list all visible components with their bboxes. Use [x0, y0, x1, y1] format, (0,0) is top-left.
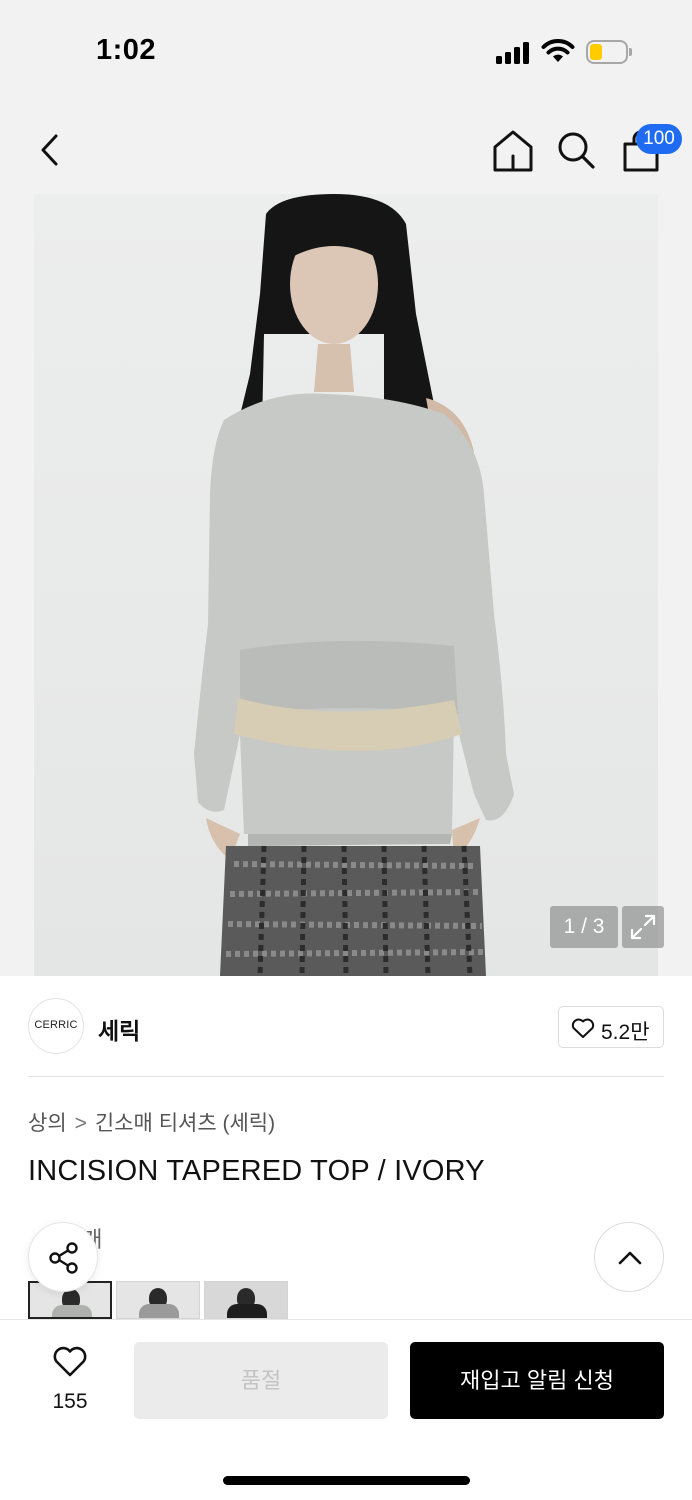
- breadcrumb-subcategory[interactable]: 긴소매 티셔츠 (세릭): [95, 1112, 275, 1135]
- brand-logo[interactable]: CERRIC: [28, 998, 84, 1054]
- brand-name[interactable]: 세릭: [98, 1012, 140, 1046]
- brand-like-button[interactable]: 5.2만: [558, 1006, 664, 1048]
- battery-icon: [586, 40, 632, 64]
- wifi-icon: [541, 39, 575, 62]
- scroll-to-top-button[interactable]: [594, 1222, 664, 1292]
- cellular-signal-icon: [496, 40, 532, 64]
- status-time: 1:02: [96, 34, 157, 66]
- product-like-button[interactable]: 155: [30, 1344, 110, 1424]
- brand-like-count: 5.2만: [601, 1021, 650, 1044]
- model-photo: [194, 194, 514, 976]
- breadcrumb-category[interactable]: 상의: [28, 1112, 67, 1135]
- home-indicator: [223, 1476, 470, 1485]
- color-thumbnail-3[interactable]: [204, 1281, 288, 1319]
- soldout-button[interactable]: 품절: [134, 1342, 388, 1419]
- share-button[interactable]: [28, 1222, 98, 1292]
- image-counter: 1 / 3: [550, 906, 618, 948]
- breadcrumb: 상의 > 긴소매 티셔츠 (세릭): [28, 1107, 275, 1137]
- restock-alert-button[interactable]: 재입고 알림 신청: [410, 1342, 664, 1419]
- search-icon[interactable]: [555, 128, 597, 174]
- back-arrow-icon[interactable]: [30, 128, 70, 172]
- product-like-count: 155: [52, 1390, 88, 1413]
- share-icon: [49, 1242, 78, 1274]
- top-navigation: [0, 110, 692, 190]
- home-icon[interactable]: [490, 128, 536, 174]
- breadcrumb-separator: >: [74, 1112, 87, 1135]
- color-thumbnail-2[interactable]: [116, 1281, 200, 1319]
- heart-icon: [571, 1018, 595, 1038]
- brand-row[interactable]: CERRIC 세릭 5.2만: [0, 976, 692, 1076]
- product-image[interactable]: [34, 194, 658, 976]
- cart-count-badge: 100: [636, 124, 682, 154]
- divider: [28, 1076, 664, 1077]
- chevron-up-icon: [618, 1251, 642, 1265]
- status-bar: 1:02: [0, 0, 692, 100]
- product-title: INCISION TAPERED TOP / IVORY: [28, 1155, 485, 1187]
- heart-icon: [53, 1346, 87, 1377]
- expand-icon[interactable]: [622, 906, 664, 948]
- bottom-action-bar: 155 품절 재입고 알림 신청: [0, 1319, 692, 1500]
